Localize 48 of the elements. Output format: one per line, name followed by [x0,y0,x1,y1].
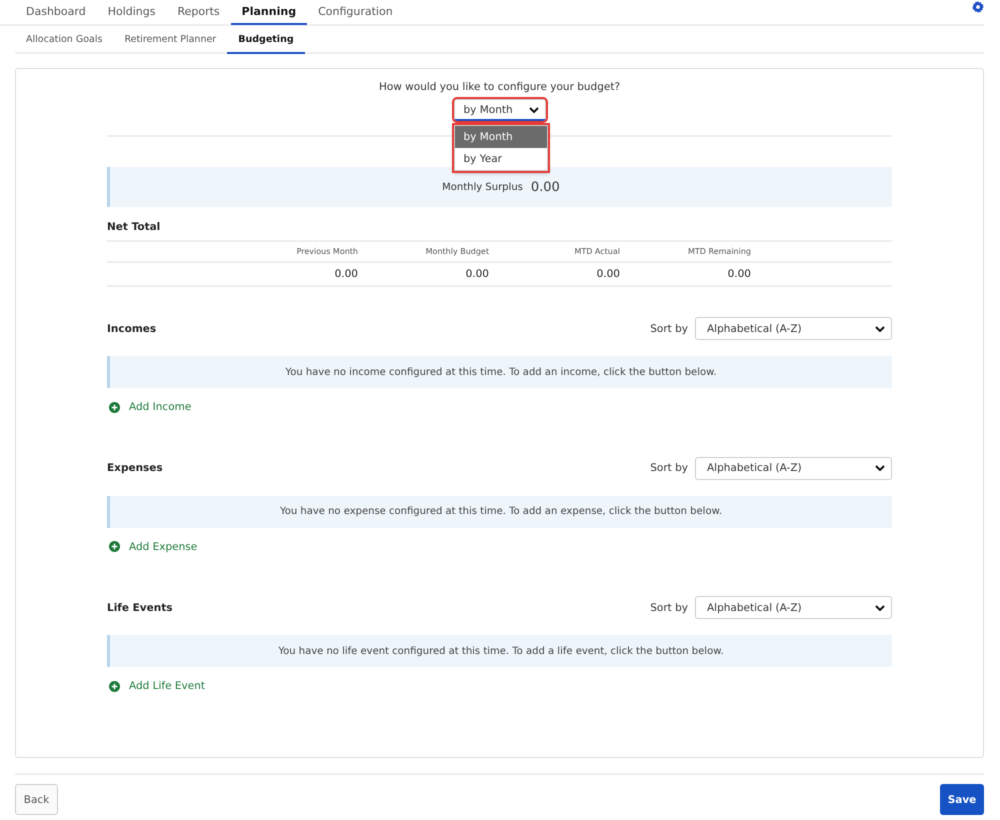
add-link[interactable]: Add Life Event [109,680,206,692]
dropdown-option[interactable]: by Month [454,126,546,148]
column-header: Monthly Budget [424,247,489,256]
plus-circle-icon [109,402,120,412]
back-button[interactable]: Back [15,784,58,815]
plus-circle-icon [109,541,120,552]
plus-circle-icon [109,680,120,692]
settings-icon[interactable] [972,1,984,13]
sort-select[interactable]: Alphabetical (A-Z) [695,596,892,619]
chevron-down-icon [875,604,885,610]
surplus-label: Monthly Surplus [442,182,523,192]
dropdown-option[interactable]: by Year [454,148,546,170]
section-heading: Life Events [107,602,173,614]
sort-select[interactable]: Alphabetical (A-Z) [695,456,892,480]
save-button[interactable]: Save [940,784,984,815]
add-link[interactable]: Add Expense [109,540,198,552]
nav-tab[interactable]: Reports [166,1,231,25]
subnav-tab[interactable]: Budgeting [227,28,305,54]
table-cell-text: 0.00 [464,268,489,280]
sort-label: Sort by [650,602,688,614]
empty-message: You have no income configured at this time. To add an income, click the button below. [107,356,892,388]
nav-tab[interactable]: Planning [230,1,308,25]
column-header: MTD Remaining [687,247,751,256]
add-link[interactable]: Add Income [109,401,192,413]
chevron-down-icon [875,465,885,471]
budget-question: How would you like to configure your budget? [378,81,620,93]
section-heading: Incomes [107,322,156,334]
column-header: MTD Actual [573,247,620,256]
table-cell-text: 0.00 [334,268,358,280]
subnav-tab[interactable]: Allocation Goals [15,28,114,54]
chevron-down-icon [528,106,538,112]
subnav-tab[interactable]: Retirement Planner [113,28,228,54]
nav-tab[interactable]: Configuration [307,1,404,25]
sort-select[interactable]: Alphabetical (A-Z) [695,317,892,340]
table-cell-text: 0.00 [596,268,620,280]
budget-period-select[interactable]: by Month [454,99,546,121]
table-cell-text: 0.00 [726,268,751,280]
empty-message: You have no life event configured at this time. To add a life event, click the button below. [107,635,892,667]
surplus-value: 0.00 [530,180,560,194]
nav-tab[interactable]: Holdings [96,1,166,25]
section-heading: Net Total [107,221,162,233]
empty-message: You have no expense configured at this time. To add an expense, click the button below. [107,496,892,528]
section-heading: Expenses [107,462,163,474]
chevron-down-icon [875,326,885,332]
column-header: Previous Month [296,247,358,256]
nav-tab[interactable]: Dashboard [15,1,97,25]
sort-label: Sort by [650,322,688,334]
sort-label: Sort by [650,462,688,474]
